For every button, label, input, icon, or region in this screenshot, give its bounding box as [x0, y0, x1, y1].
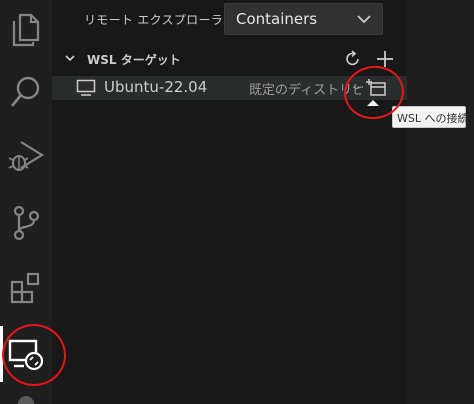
refresh-button[interactable] [342, 48, 364, 70]
activity-explorer[interactable] [0, 0, 52, 60]
source-control-icon [13, 205, 40, 241]
tooltip: WSL への接続 [392, 106, 469, 128]
activity-search[interactable] [0, 62, 52, 122]
distro-name: Ubuntu-22.04 [104, 78, 208, 96]
editor-area [407, 0, 474, 404]
monitor-icon [76, 79, 96, 96]
activity-source-control[interactable] [0, 193, 52, 253]
chevron-down-icon [357, 15, 371, 24]
activity-run-debug[interactable] [0, 126, 52, 186]
dropdown-selected: Containers [236, 10, 318, 28]
chevron-down-icon [65, 55, 75, 62]
accounts-icon[interactable] [18, 396, 34, 404]
files-icon [12, 13, 40, 47]
extensions-icon [10, 272, 40, 304]
search-icon [10, 76, 40, 107]
sidebar-title: リモート エクスプローラー [84, 13, 236, 27]
vscode-window: リモート エクスプローラー Containers WSL ターゲット Ubunt… [0, 0, 474, 404]
section-title: WSL ターゲット [87, 53, 181, 67]
sidebar-header: リモート エクスプローラー Containers [52, 0, 407, 40]
activity-extensions[interactable] [0, 258, 52, 318]
refresh-icon [346, 50, 359, 66]
tooltip-text: WSL への接続 [397, 112, 469, 125]
remote-type-dropdown[interactable]: Containers [224, 3, 383, 35]
run-debug-icon [8, 141, 44, 171]
section-wsl-targets[interactable]: WSL ターゲット [52, 48, 407, 70]
